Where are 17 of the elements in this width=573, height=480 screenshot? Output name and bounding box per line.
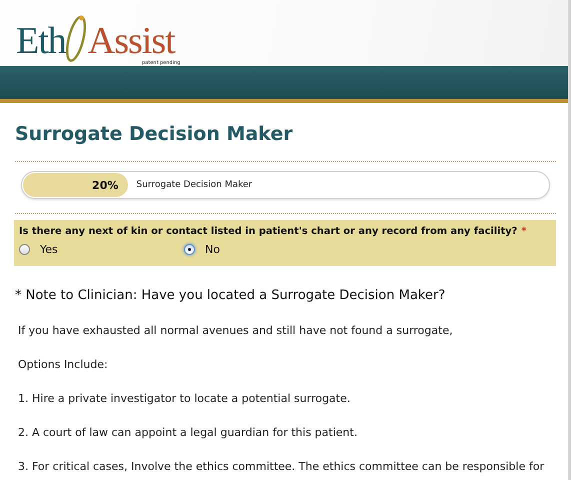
progress-label: Surrogate Decision Maker: [136, 180, 252, 190]
option-label[interactable]: No: [205, 243, 220, 256]
question-text: Is there any next of kin or contact listed in patient's chart or any record from any facility?: [19, 226, 518, 237]
paragraph-text: 2. A court of law can appoint a legal guardian for this patient.: [18, 426, 358, 439]
paragraph-text: If you have exhausted all normal avenues and still have not found a surrogate,: [18, 324, 454, 337]
paragraph-text: Options Include:: [18, 358, 109, 371]
logo-text: Eth: [16, 24, 66, 58]
page-title: Surrogate Decision Maker: [15, 122, 294, 147]
option-label[interactable]: Yes: [40, 243, 58, 256]
progress-reading: 20%: [92, 178, 118, 192]
note-text: * Note to Clinician: Have you located a Surrogate Decision Maker?: [15, 288, 446, 303]
radio-button[interactable]: [19, 244, 30, 255]
paragraph-text: 3. For critical cases, Involve the ethics committee. The ethics committee can be responsible for: [18, 460, 546, 473]
paragraph-text: 1. Hire a private investigator to locate a potential surrogate.: [18, 392, 352, 405]
radio-button[interactable]: [184, 244, 195, 255]
logo-text: Assist: [88, 24, 175, 58]
required-mark: *: [521, 226, 526, 237]
